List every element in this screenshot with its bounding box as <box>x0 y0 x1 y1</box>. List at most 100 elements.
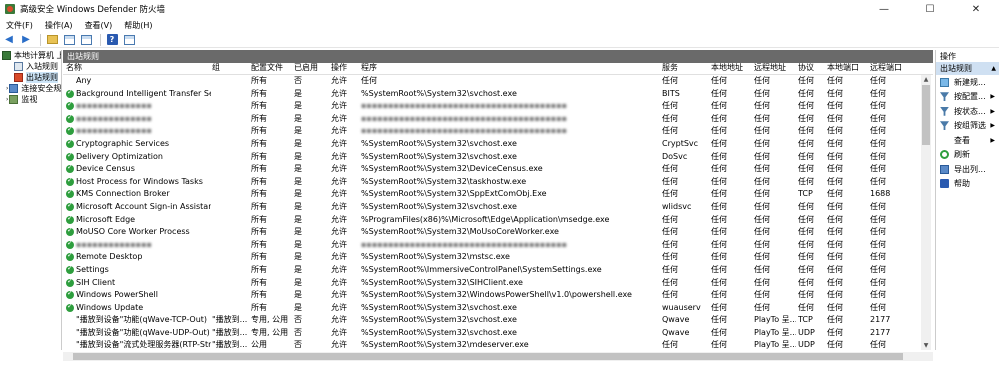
rule-row[interactable]: Cryptographic Services 所有 是 允许 %SystemRoot%\… <box>63 138 933 151</box>
rule-local-address: 任何 <box>711 113 727 123</box>
actions-section-outbound-rules[interactable]: 出站规则 <box>936 62 999 75</box>
menu-help[interactable]: 帮助(H) <box>118 20 158 31</box>
rule-protocol: 任何 <box>798 113 814 123</box>
rule-action: 允许 <box>331 138 347 148</box>
inbound-rules-icon <box>14 62 23 71</box>
rule-action: 允许 <box>331 264 347 274</box>
action-item[interactable]: 按状态... ▶ <box>936 104 999 119</box>
rule-enabled: 是 <box>294 101 302 111</box>
rule-row[interactable]: Any 所有 否 允许 任何 任何 任何 任何 任何 任何 任何 <box>63 75 933 88</box>
column-header-service[interactable]: 服务 <box>662 62 678 75</box>
rule-row[interactable]: Host Process for Windows Tasks 所有 是 允许 %Syst… <box>63 176 933 189</box>
action-item[interactable]: 刷新 <box>936 148 999 163</box>
scroll-up-arrow-icon[interactable]: ▲ <box>921 75 931 84</box>
rule-row[interactable]: Microsoft Edge 所有 是 允许 %ProgramFiles(x86)%\M… <box>63 214 933 227</box>
rule-remote-port: 2177 <box>870 327 891 337</box>
rule-protocol: 任何 <box>798 138 814 148</box>
rule-local-address: 任何 <box>711 239 727 249</box>
rule-remote-address: 任何 <box>754 76 770 85</box>
rule-action: 允许 <box>331 277 347 287</box>
rule-service: 任何 <box>662 264 678 274</box>
action-pane-button[interactable] <box>122 33 136 47</box>
tree-item-outbound-rules[interactable]: 出站规则 <box>0 72 61 83</box>
scroll-thumb[interactable] <box>922 85 930 145</box>
rule-program: 任何 <box>361 76 377 85</box>
tree-item-connection-security[interactable]: › 连接安全规 <box>0 83 61 94</box>
show-hide-tree-button[interactable] <box>62 33 76 47</box>
rule-row[interactable]: Background Intelligent Transfer Service 所… <box>63 88 933 101</box>
column-header-remote-address[interactable]: 远程地址 <box>754 62 786 75</box>
menu-action[interactable]: 操作(A) <box>39 20 79 31</box>
rule-row[interactable]: ▪▪▪▪▪▪▪▪▪▪▪▪▪▪ 所有 是 允许 ▪▪▪▪▪▪▪▪▪▪▪▪▪▪▪▪▪▪▪▪▪… <box>63 125 933 138</box>
rule-row[interactable]: ▪▪▪▪▪▪▪▪▪▪▪▪▪▪ 所有 是 允许 ▪▪▪▪▪▪▪▪▪▪▪▪▪▪▪▪▪▪▪▪▪… <box>63 239 933 252</box>
rule-row[interactable]: Windows Update 所有 是 允许 %SystemRoot%\System32… <box>63 302 933 315</box>
maximize-button[interactable]: ☐ <box>907 0 953 18</box>
column-header-enabled[interactable]: 已启用 <box>294 62 318 75</box>
action-item[interactable]: 查看 ▶ <box>936 133 999 148</box>
submenu-arrow-icon: ▶ <box>990 122 995 130</box>
rule-row[interactable]: SIH Client 所有 是 允许 %SystemRoot%\System32\SIH… <box>63 277 933 290</box>
column-header-program[interactable]: 程序 <box>361 62 377 75</box>
rule-remote-address: 任何 <box>754 264 770 274</box>
rule-row[interactable]: "播放到设备"流式处理服务器(RTP-Strea..."播放到...公用 否 允许%… <box>63 339 933 352</box>
column-header-name[interactable]: 名称 <box>66 62 82 75</box>
tree-item-inbound-rules[interactable]: 入站规则 <box>0 61 61 72</box>
rule-name: "播放到设备"流式处理服务器(RTP-Strea... <box>76 340 211 350</box>
rule-row[interactable]: MoUSO Core Worker Process 所有 是 允许 %SystemRoo… <box>63 226 933 239</box>
rule-row[interactable]: Device Census 所有 是 允许 %SystemRoot%\System32\… <box>63 163 933 176</box>
horizontal-scrollbar[interactable] <box>63 352 933 361</box>
rule-row[interactable]: Delivery Optimization 所有 是 允许 %SystemRoot%\S… <box>63 151 933 164</box>
rule-row[interactable]: Windows PowerShell 所有 是 允许 %SystemRoot%\Syst… <box>63 289 933 302</box>
rule-row[interactable]: "播放到设备"功能(qWave-UDP-Out) "播放到... 专用, 公用否 允许… <box>63 327 933 340</box>
horizontal-scroll-thumb[interactable] <box>73 353 903 360</box>
column-header-local-address[interactable]: 本地地址 <box>711 62 743 75</box>
rule-local-port: 任何 <box>827 290 843 300</box>
rule-row[interactable]: Remote Desktop 所有 是 允许 %SystemRoot%\System32… <box>63 251 933 264</box>
minimize-button[interactable]: — <box>861 0 907 18</box>
menu-view[interactable]: 查看(V) <box>79 20 119 31</box>
expand-arrow-icon[interactable]: › <box>6 85 8 92</box>
rule-program: %SystemRoot%\System32\svchost.exe <box>361 138 517 148</box>
up-folder-button[interactable] <box>45 33 59 47</box>
expand-arrow-icon[interactable]: › <box>6 96 8 103</box>
rule-profile: 所有 <box>251 227 267 237</box>
rule-row[interactable]: ▪▪▪▪▪▪▪▪▪▪▪▪▪▪ 所有 是 允许 ▪▪▪▪▪▪▪▪▪▪▪▪▪▪▪▪▪▪▪▪▪… <box>63 113 933 126</box>
column-header-group[interactable]: 组 <box>212 62 220 75</box>
back-arrow-icon[interactable]: ◀ <box>2 33 16 47</box>
rule-row[interactable]: Microsoft Account Sign-in Assistant 所有 是 允许… <box>63 201 933 214</box>
rule-enabled-check-icon <box>66 214 74 224</box>
properties-button[interactable] <box>79 33 93 47</box>
column-header-remote-port[interactable]: 远程端口 <box>870 62 902 75</box>
action-item[interactable]: 按组筛选 ▶ <box>936 119 999 134</box>
forward-arrow-icon[interactable]: ▶ <box>19 33 33 47</box>
rule-row[interactable]: KMS Connection Broker 所有 是 允许 %SystemRoot%\S… <box>63 188 933 201</box>
rule-profile: 所有 <box>251 126 267 136</box>
rule-program: %SystemRoot%\System32\mdeserver.exe <box>361 340 529 350</box>
rule-service: Qwave <box>662 327 690 337</box>
rule-profile: 所有 <box>251 252 267 262</box>
rule-remote-address: 任何 <box>754 189 770 199</box>
column-header-local-port[interactable]: 本地端口 <box>827 62 859 75</box>
vertical-scrollbar[interactable]: ▲ ▼ <box>921 75 931 350</box>
column-header-profile[interactable]: 配置文件 <box>251 62 283 75</box>
actions-list: 新建规... 按配置... ▶ 按状态... ▶ 按组筛选 ▶ 查看 ▶ 刷新 导出列... 帮助 <box>936 75 999 191</box>
menu-file[interactable]: 文件(F) <box>0 20 39 31</box>
rule-remote-address: 任何 <box>754 101 770 111</box>
rule-row[interactable]: "播放到设备"功能(qWave-TCP-Out) "播放到... 专用, 公用否 允许… <box>63 314 933 327</box>
action-item[interactable]: 新建规... <box>936 75 999 90</box>
action-item[interactable]: 帮助 <box>936 177 999 192</box>
action-item[interactable]: 导出列... <box>936 162 999 177</box>
column-header-protocol[interactable]: 协议 <box>798 62 814 75</box>
tree-item-local-computer[interactable]: 本地计算机 上 <box>0 50 61 61</box>
close-button[interactable]: ✕ <box>953 0 999 18</box>
scroll-down-arrow-icon[interactable]: ▼ <box>921 341 931 350</box>
help-button[interactable]: ? <box>105 33 119 47</box>
rule-row[interactable]: Settings 所有 是 允许 %SystemRoot%\ImmersiveContr… <box>63 264 933 277</box>
rule-local-port: 任何 <box>827 113 843 123</box>
rule-row[interactable]: ▪▪▪▪▪▪▪▪▪▪▪▪▪▪ 所有 是 允许 ▪▪▪▪▪▪▪▪▪▪▪▪▪▪▪▪▪▪▪▪▪… <box>63 100 933 113</box>
tree-item-monitoring[interactable]: › 监视 <box>0 94 61 105</box>
column-header-action[interactable]: 操作 <box>331 62 347 75</box>
filter-icon <box>940 121 949 131</box>
rule-profile: 专用, 公用 <box>251 315 289 325</box>
action-item[interactable]: 按配置... ▶ <box>936 90 999 105</box>
